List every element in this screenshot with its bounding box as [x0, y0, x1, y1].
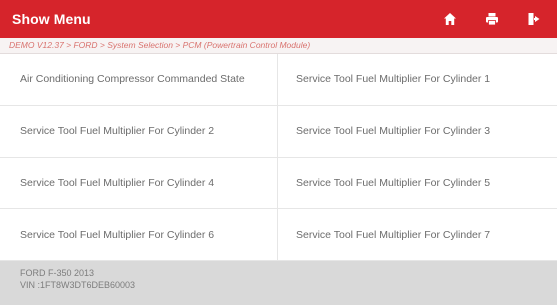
menu-item-ac-compressor-state[interactable]: Air Conditioning Compressor Commanded St…: [0, 54, 278, 106]
page-title: Show Menu: [12, 11, 91, 27]
screen: Show Menu DEMO V12.37 > FORD > System Se…: [0, 0, 557, 305]
header-bar: Show Menu: [0, 0, 557, 38]
vehicle-vin: VIN :1FT8W3DT6DEB60003: [20, 280, 136, 290]
breadcrumb: DEMO V12.37 > FORD > System Selection > …: [0, 38, 557, 54]
printer-icon[interactable]: [483, 10, 501, 28]
menu-item-fuel-multiplier-cyl-4[interactable]: Service Tool Fuel Multiplier For Cylinde…: [0, 157, 278, 210]
menu-item-fuel-multiplier-cyl-6[interactable]: Service Tool Fuel Multiplier For Cylinde…: [0, 209, 278, 261]
vehicle-name: FORD F-350 2013: [20, 268, 95, 278]
vehicle-info-footer: FORD F-350 2013 VIN :1FT8W3DT6DEB60003: [0, 261, 557, 305]
menu-item-fuel-multiplier-cyl-7[interactable]: Service Tool Fuel Multiplier For Cylinde…: [278, 209, 557, 261]
menu-item-fuel-multiplier-cyl-1[interactable]: Service Tool Fuel Multiplier For Cylinde…: [278, 54, 557, 106]
home-icon[interactable]: [441, 10, 459, 28]
header-toolbar: [441, 0, 557, 38]
menu-item-fuel-multiplier-cyl-5[interactable]: Service Tool Fuel Multiplier For Cylinde…: [278, 158, 557, 210]
menu-item-fuel-multiplier-cyl-2[interactable]: Service Tool Fuel Multiplier For Cylinde…: [0, 105, 278, 158]
menu-item-fuel-multiplier-cyl-3[interactable]: Service Tool Fuel Multiplier For Cylinde…: [278, 106, 557, 158]
exit-icon[interactable]: [525, 10, 543, 28]
menu-grid: Air Conditioning Compressor Commanded St…: [0, 54, 557, 261]
